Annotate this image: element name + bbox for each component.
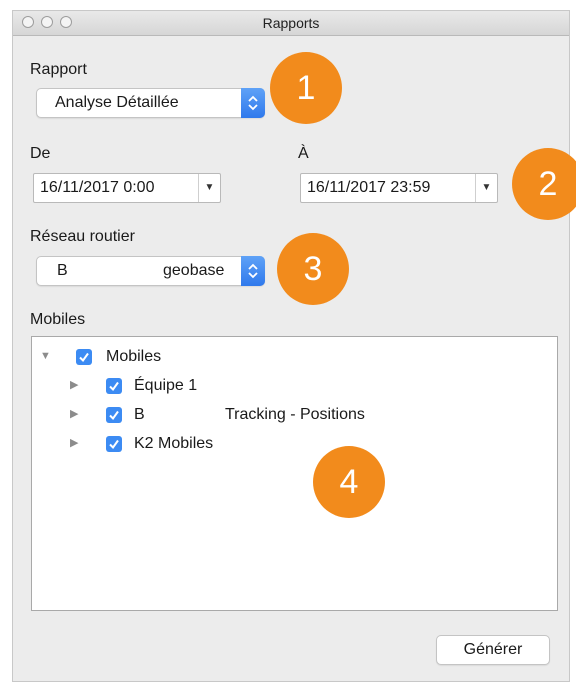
tree-node-checkbox[interactable] (106, 436, 122, 452)
to-date-value: 16/11/2017 23:59 (307, 179, 431, 196)
title-bar: Rapports (13, 11, 569, 36)
root-checkbox[interactable] (76, 349, 92, 365)
report-label: Rapport (30, 61, 87, 78)
mobiles-tree[interactable]: ▼ Mobiles ▶ Équipe 1 ▶ B Tracking - Posi… (31, 336, 558, 611)
tree-node[interactable]: ▶ K2 Mobiles (32, 432, 532, 456)
generate-button[interactable]: Générer (436, 635, 550, 665)
to-label: À (298, 145, 309, 162)
tree-node-label-prefix: B (134, 406, 145, 423)
tree-node-label: K2 Mobiles (134, 435, 214, 452)
updown-chevron-icon (248, 95, 258, 111)
expand-down-triangle-icon[interactable]: ▼ (40, 351, 51, 362)
callout-badge-3: 3 (277, 233, 349, 305)
expand-right-triangle-icon[interactable]: ▶ (70, 409, 80, 420)
mobiles-label: Mobiles (30, 311, 86, 328)
to-date-field[interactable]: 16/11/2017 23:59 ▼ (300, 173, 498, 203)
checkmark-icon (109, 439, 119, 450)
expand-right-triangle-icon[interactable]: ▶ (70, 438, 80, 449)
checkmark-icon (109, 410, 119, 421)
tree-node[interactable]: ▶ B Tracking - Positions (32, 403, 532, 427)
callout-badge-2: 2 (512, 148, 576, 220)
checkmark-icon (109, 381, 119, 392)
to-date-dropdown-icon[interactable]: ▼ (475, 174, 497, 202)
from-date-field[interactable]: 16/11/2017 0:00 ▼ (33, 173, 221, 203)
updown-chevron-icon (248, 263, 258, 279)
tree-node-label-suffix: Tracking - Positions (225, 406, 365, 423)
from-date-dropdown-icon[interactable]: ▼ (198, 174, 220, 202)
road-network-stepper[interactable] (241, 256, 265, 286)
checkmark-icon (79, 352, 89, 363)
callout-badge-4: 4 (313, 446, 385, 518)
window-title: Rapports (262, 15, 320, 31)
tree-node-checkbox[interactable] (106, 378, 122, 394)
tree-node-root[interactable]: ▼ Mobiles (32, 345, 532, 369)
tree-node-label: Mobiles (106, 348, 162, 365)
report-select-stepper[interactable] (241, 88, 265, 118)
expand-right-triangle-icon[interactable]: ▶ (70, 380, 80, 391)
road-network-select[interactable]: B geobase (36, 256, 265, 286)
tree-node[interactable]: ▶ Équipe 1 (32, 374, 532, 398)
road-network-label: Réseau routier (30, 228, 135, 245)
report-select[interactable]: Analyse Détaillée (36, 88, 265, 118)
from-date-value: 16/11/2017 0:00 (40, 179, 155, 196)
from-label: De (30, 145, 51, 162)
road-network-prefix: B (57, 262, 68, 279)
tree-node-label: Équipe 1 (134, 377, 198, 394)
callout-badge-1: 1 (270, 52, 342, 124)
report-select-value: Analyse Détaillée (55, 94, 179, 111)
road-network-suffix: geobase (163, 262, 225, 279)
tree-node-checkbox[interactable] (106, 407, 122, 423)
